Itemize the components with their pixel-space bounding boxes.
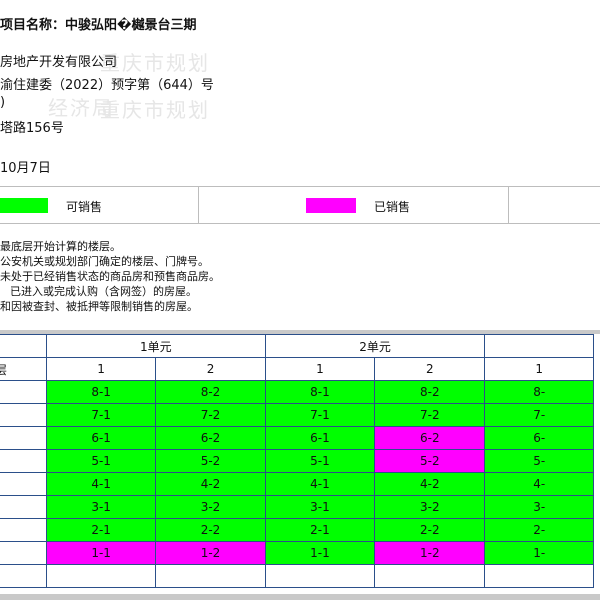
- room-cell[interactable]: 6-: [484, 426, 594, 450]
- room-cell[interactable]: 8-1: [45, 380, 157, 404]
- unit-header: 2单元: [264, 334, 486, 358]
- floor-cell: [0, 541, 47, 565]
- empty-cell: [155, 564, 266, 588]
- floor-cell: [0, 380, 47, 404]
- floor-cell: [0, 449, 47, 473]
- room-cell[interactable]: 5-1: [45, 449, 157, 473]
- room-cell[interactable]: 7-2: [374, 403, 486, 427]
- room-cell[interactable]: 2-2: [374, 518, 486, 542]
- project-info-panel: 重庆市规划 经济局 重庆市规划 项目名称：中骏弘阳�樾景台三期 房地产开发有限公…: [0, 0, 600, 330]
- room-cell[interactable]: 8-2: [155, 380, 266, 404]
- corner-cell: [0, 334, 47, 358]
- table-row: 7-1 7-2 7-1 7-2 7-: [0, 403, 594, 427]
- unit-table: 1单元 2单元 层 1 2 1 2 1 8-18-28-18-28-7-17-2…: [0, 334, 594, 588]
- legend-divider: [198, 187, 199, 223]
- unit-header: 1单元: [45, 334, 266, 358]
- room-header: 1: [45, 357, 157, 381]
- room-cell[interactable]: 3-2: [374, 495, 486, 519]
- table-row: 5-1 5-2 5-1 5-2 5-: [0, 449, 594, 473]
- room-cell[interactable]: 6-2: [374, 426, 486, 450]
- room-cell[interactable]: 1-2: [374, 541, 486, 565]
- room-cell[interactable]: 3-1: [45, 495, 157, 519]
- table-row: 1-1 1-2 1-1 1-2 1-: [0, 541, 594, 565]
- room-cell[interactable]: 6-2: [155, 426, 266, 450]
- room-cell[interactable]: 1-1: [264, 541, 376, 565]
- room-cell[interactable]: 4-1: [45, 472, 157, 496]
- legend-label-available: 可销售: [66, 200, 103, 214]
- presale-permit: 渝住建委（2022）预字第（644）号: [0, 78, 214, 93]
- room-cell[interactable]: 3-1: [264, 495, 376, 519]
- room-cell[interactable]: 8-2: [374, 380, 486, 404]
- floor-cell: [0, 426, 47, 450]
- room-cell[interactable]: 2-1: [264, 518, 376, 542]
- room-cell[interactable]: 8-: [484, 380, 594, 404]
- room-cell[interactable]: 4-2: [374, 472, 486, 496]
- note-line: 和因被查封、被抵押等限制销售的房屋。: [0, 300, 198, 313]
- note-line: 未处于已经销售状态的商品房和预售商品房。: [0, 270, 220, 283]
- room-cell[interactable]: 2-: [484, 518, 594, 542]
- unit-rows: 8-1 8-2 8-1 8-2 8- 7-1 7-2 7-1 7-2 7- 6-1 6-2 6-1 6-2…: [0, 380, 594, 588]
- room-cell[interactable]: 4-1: [264, 472, 376, 496]
- room-cell[interactable]: 2-2: [155, 518, 266, 542]
- table-row-empty: [0, 564, 594, 588]
- floor-cell: [0, 472, 47, 496]
- room-cell[interactable]: 5-2: [374, 449, 486, 473]
- room-cell[interactable]: 5-1: [264, 449, 376, 473]
- table-row: 2-1 2-2 2-1 2-2 2-: [0, 518, 594, 542]
- note-line: 最底层开始计算的楼层。: [0, 240, 121, 253]
- status-legend: 可销售 已销售: [0, 186, 600, 224]
- empty-cell: [484, 564, 594, 588]
- room-header: 2: [374, 357, 486, 381]
- note-line: 已进入或完成认购（含网签）的房屋。: [10, 285, 197, 298]
- developer-name: 房地产开发有限公司: [0, 55, 118, 70]
- unit-header: [484, 334, 594, 358]
- building-unit-grid: 1单元 2单元 层 1 2 1 2 1 8-18-28-18-28-7-17-2…: [0, 334, 600, 594]
- room-cell[interactable]: 5-2: [155, 449, 266, 473]
- project-title: 项目名称：中骏弘阳�樾景台三期: [0, 18, 197, 33]
- room-cell[interactable]: 5-: [484, 449, 594, 473]
- table-row: 8-1 8-2 8-1 8-2 8-: [0, 380, 594, 404]
- room-cell[interactable]: 7-1: [45, 403, 157, 427]
- table-row: 3-1 3-2 3-1 3-2 3-: [0, 495, 594, 519]
- project-address: 塔路156号: [0, 121, 64, 136]
- room-cell[interactable]: 4-: [484, 472, 594, 496]
- info-date: 10月7日: [0, 161, 51, 176]
- watermark-text: 重庆市规划: [100, 98, 210, 122]
- empty-cell: [0, 564, 47, 588]
- floor-cell: [0, 495, 47, 519]
- empty-cell: [264, 564, 376, 588]
- room-header: 1: [484, 357, 594, 381]
- room-header: 1: [264, 357, 376, 381]
- room-cell[interactable]: 7-1: [264, 403, 376, 427]
- room-cell[interactable]: 3-: [484, 495, 594, 519]
- legend-swatch-available: [0, 198, 48, 213]
- room-cell[interactable]: 1-1: [45, 541, 157, 565]
- floor-cell: [0, 518, 47, 542]
- room-cell[interactable]: 6-1: [45, 426, 157, 450]
- room-cell[interactable]: 6-1: [264, 426, 376, 450]
- table-row: 6-1 6-2 6-1 6-2 6-: [0, 426, 594, 450]
- empty-cell: [45, 564, 157, 588]
- legend-divider: [508, 187, 509, 223]
- room-cell[interactable]: 7-: [484, 403, 594, 427]
- room-cell[interactable]: 8-1: [264, 380, 376, 404]
- room-cell[interactable]: 3-2: [155, 495, 266, 519]
- floor-cell: [0, 403, 47, 427]
- legend-label-sold: 已销售: [374, 200, 411, 214]
- legend-swatch-sold: [306, 198, 356, 213]
- empty-cell: [374, 564, 486, 588]
- room-cell[interactable]: 2-1: [45, 518, 157, 542]
- note-line: 公安机关或规划部门确定的楼层、门牌号。: [0, 255, 209, 268]
- room-header: 2: [155, 357, 266, 381]
- room-cell[interactable]: 7-2: [155, 403, 266, 427]
- room-cell[interactable]: 1-2: [155, 541, 266, 565]
- room-cell[interactable]: 1-: [484, 541, 594, 565]
- floor-column-header: 层: [0, 357, 47, 381]
- info-line: ): [0, 95, 6, 110]
- room-cell[interactable]: 4-2: [155, 472, 266, 496]
- table-row: 4-1 4-2 4-1 4-2 4-: [0, 472, 594, 496]
